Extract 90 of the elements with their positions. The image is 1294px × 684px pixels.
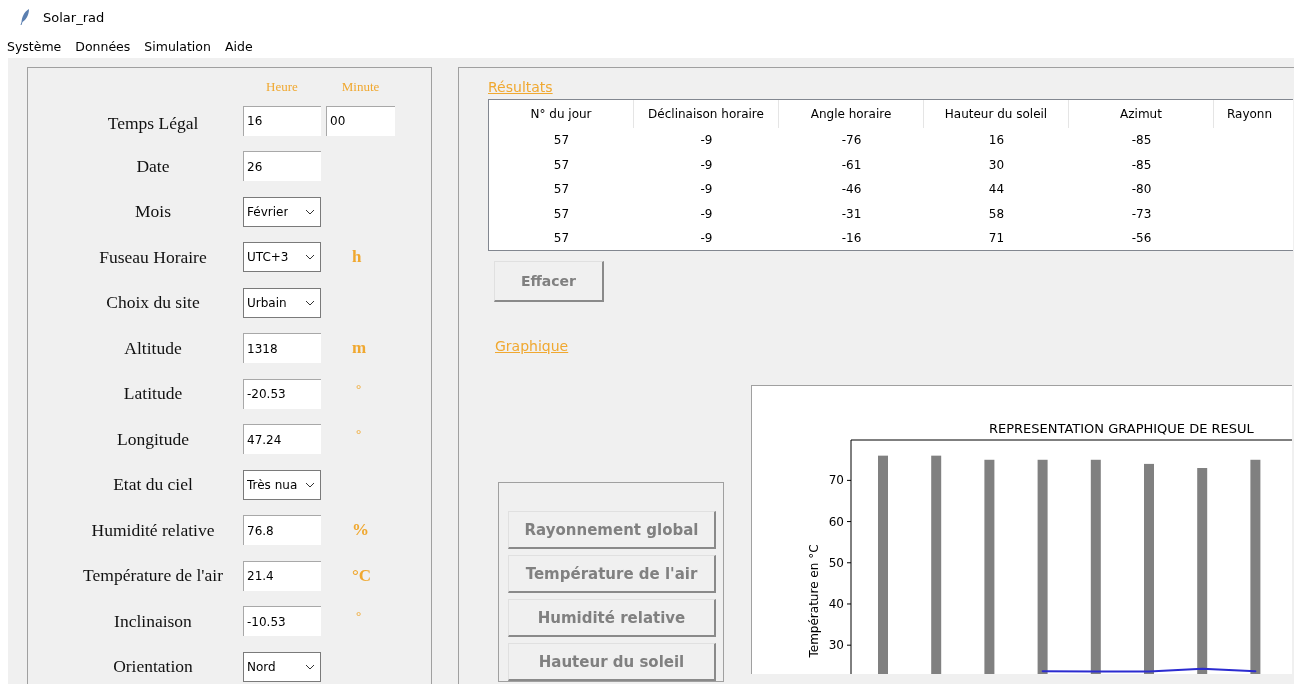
table-cell-text: -46 [840,182,863,197]
table-cell-text: 44 [987,182,1006,197]
column-header: Minute [340,79,381,95]
table-cell-text: 71 [987,231,1006,246]
dropdown[interactable]: UTC+3 [243,242,321,273]
tick-label: 70 [828,473,844,488]
column-header[interactable]: Azimut [1069,100,1214,128]
field-label: Fuseau Horaire [98,246,208,268]
table-cell-text: -9 [699,231,714,246]
table-cell-text: -85 [1130,133,1153,148]
dropdown[interactable]: Très nua [243,469,321,500]
chevron-icon [305,254,315,261]
tick-mark [846,603,852,605]
input-field[interactable]: 1318 [243,333,321,364]
field-label: Etat du ciel [112,474,194,496]
input-field[interactable]: 26 [243,151,321,182]
table-cell-text: -61 [840,157,863,172]
field-label: Date [135,155,171,177]
dropdown[interactable]: Nord [243,651,321,682]
tick-label: 60 [828,514,844,529]
unit-label: ° [356,608,362,625]
menu-item[interactable]: Système [7,38,62,54]
unit-label: ° [356,380,362,397]
input-field[interactable]: 76.8 [243,515,321,546]
chart-title: REPRESENTATION GRAPHIQUE DE RESUL [989,421,1254,436]
table-cell-text: -9 [699,206,714,221]
input-field[interactable]: 21.4 [243,560,321,591]
field-label: Orientation [112,656,194,678]
field-label: Choix du site [105,292,201,314]
table-cell-text: 57 [552,133,571,148]
unit-label: °C [352,565,372,586]
tick-mark [846,562,852,564]
table-cell-text: -76 [840,133,863,148]
dropdown[interactable]: Urbain [243,287,321,318]
dropdown[interactable]: Février [243,196,321,227]
chevron-icon [305,208,315,215]
input-field[interactable]: 16 [243,105,321,136]
unit-label: % [352,520,369,541]
field-label: Humidité relative [90,519,216,541]
tick-label: 40 [828,597,844,611]
field-label: Température de l'air [82,565,224,587]
menu-item[interactable]: Simulation [144,38,211,54]
table-cell-text: -9 [699,133,714,148]
table-cell-text: -56 [1130,231,1153,246]
chevron-icon [305,481,315,488]
table-cell-text: -31 [840,206,863,221]
input-field[interactable]: -10.53 [243,606,321,637]
tick-label: 50 [828,555,844,570]
tick-mark [846,521,852,523]
feather-icon [20,9,30,25]
axis-label: Température en °C [807,544,821,658]
table-cell-text: -9 [699,182,714,197]
field-label: Inclinaison [113,610,193,632]
column-header[interactable]: Rayonn [1214,100,1292,128]
table-cell-text: 57 [552,157,571,172]
field-label: Mois [134,201,172,223]
unit-label: ° [356,426,362,443]
table-cell-text: 58 [987,206,1006,221]
column-header[interactable]: Déclinaison horaire [634,100,779,128]
column-header[interactable]: N° du jour [489,100,634,128]
column-header: Heure [265,79,299,95]
table-cell-text: 16 [987,133,1006,148]
window-title: Solar_rad [43,9,105,25]
field-label: Altitude [123,337,183,359]
field-label: Longitude [116,428,190,450]
table-cell-text: -85 [1130,157,1153,172]
input-field[interactable]: -20.53 [243,378,321,409]
table-cell-text: 57 [552,206,571,221]
input-field[interactable]: 00 [326,105,395,136]
chevron-icon [305,299,315,306]
menu-item[interactable]: Données [75,38,131,54]
table-cell-text: 30 [987,157,1006,172]
tick-mark [846,479,852,481]
table-cell-text: 57 [552,182,571,197]
unit-label: h [352,247,362,268]
table-cell-text: -9 [699,157,714,172]
column-header[interactable]: Angle horaire [779,100,924,128]
table-cell-text: 57 [552,231,571,246]
input-field[interactable]: 47.24 [243,424,321,455]
menu-item[interactable]: Aide [224,38,253,54]
field-label: Latitude [122,383,184,405]
table-cell-text: -80 [1130,182,1153,197]
column-header[interactable]: Hauteur du soleil [924,100,1069,128]
tick-label: 30 [828,638,844,653]
chevron-icon [305,663,315,670]
tick-mark [846,644,852,646]
unit-label: m [352,338,367,359]
table-cell-text: -73 [1130,206,1153,221]
field-label: Temps Légal [106,112,200,134]
table-cell-text: -16 [840,231,863,246]
